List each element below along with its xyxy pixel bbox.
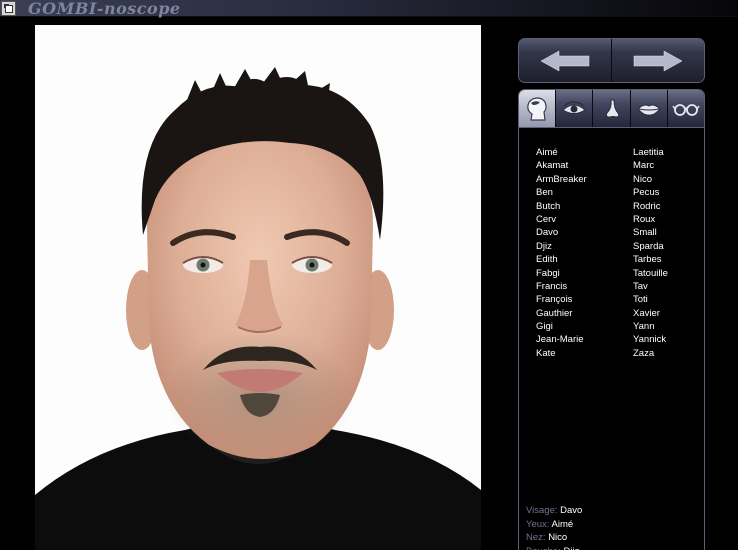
name-item[interactable]: Tatouille [633, 267, 704, 280]
app-icon[interactable] [1, 1, 16, 16]
tab-lunettes[interactable] [667, 90, 704, 127]
name-item[interactable]: Gauthier [536, 307, 633, 320]
previous-button[interactable] [519, 39, 611, 82]
name-item[interactable]: Davo [536, 226, 633, 239]
face-photo [35, 25, 481, 550]
name-item[interactable]: Marc [633, 159, 704, 172]
arrow-left-icon [540, 50, 590, 71]
selection-status: Visage: DavoYeux: AiméNez: NicoBouche: D… [526, 504, 582, 550]
name-item[interactable]: Gigi [536, 320, 633, 333]
name-item[interactable]: Butch [536, 200, 633, 213]
tab-nez[interactable] [593, 90, 631, 127]
name-item[interactable]: Nico [633, 173, 704, 186]
name-item[interactable]: Akamat [536, 159, 633, 172]
name-item[interactable]: Ben [536, 186, 633, 199]
name-item[interactable]: Sparda [633, 240, 704, 253]
status-row: Yeux: Aimé [526, 518, 582, 532]
name-item[interactable]: Tav [633, 280, 704, 293]
title-bar: GOMBI-noscope [0, 0, 738, 18]
status-label: Nez: [526, 532, 546, 543]
status-value: Nico [548, 532, 568, 543]
status-value: Djiz [564, 546, 580, 550]
name-item[interactable]: Yann [633, 320, 704, 333]
status-label: Yeux: [526, 518, 550, 530]
name-list: Aimé Akamat ArmBreaker Ben Butch Cerv Davo Djiz… [536, 146, 704, 360]
name-item[interactable]: Roux [633, 213, 704, 226]
name-item[interactable]: ArmBreaker [536, 173, 633, 186]
status-label: Visage: [526, 505, 558, 516]
name-item[interactable]: Cerv [536, 213, 633, 226]
name-item[interactable]: Zaza [633, 347, 704, 360]
status-value: Aimé [551, 518, 574, 530]
feature-panel: Aimé Akamat ArmBreaker Ben Butch Cerv Davo Djiz… [518, 89, 705, 550]
status-row: Bouche: Djiz [526, 545, 582, 550]
glasses-icon [672, 103, 700, 116]
status-row: Nez: Nico [526, 531, 582, 545]
tab-visage[interactable] [519, 90, 557, 127]
status-row: Visage: Davo [526, 504, 582, 518]
next-button[interactable] [611, 39, 704, 82]
name-item[interactable]: Djiz [536, 240, 633, 253]
status-label: Bouche: [526, 546, 561, 550]
name-item[interactable]: Yannick [633, 333, 704, 346]
arrow-right-icon [633, 50, 683, 71]
name-item[interactable]: Laetitia [633, 146, 704, 159]
name-item[interactable]: Fabgi [536, 267, 633, 280]
name-item[interactable]: Pecus [633, 186, 704, 199]
tab-bouche[interactable] [630, 90, 668, 127]
navigation-panel [518, 38, 705, 83]
name-item[interactable]: Xavier [633, 307, 704, 320]
name-item[interactable]: Rodric [633, 200, 704, 213]
mouth-icon [637, 104, 661, 116]
name-item[interactable]: Jean-Marie [536, 333, 633, 346]
feature-tabs [519, 90, 704, 128]
name-item[interactable]: Edith [536, 253, 633, 266]
name-item[interactable]: Toti [633, 293, 704, 306]
eye-icon [562, 100, 587, 114]
tab-yeux[interactable] [556, 90, 594, 127]
name-item[interactable]: Francis [536, 280, 633, 293]
status-value: Davo [560, 505, 583, 516]
window-title: GOMBI-noscope [28, 0, 181, 18]
name-item[interactable]: Kate [536, 347, 633, 360]
name-item[interactable]: Aimé [536, 146, 633, 159]
name-item[interactable]: François [536, 293, 633, 306]
name-item[interactable]: Tarbes [633, 253, 704, 266]
name-item[interactable]: Small [633, 226, 704, 239]
head-icon [527, 96, 547, 121]
face-portrait-image [35, 67, 481, 550]
nose-icon [605, 99, 619, 118]
